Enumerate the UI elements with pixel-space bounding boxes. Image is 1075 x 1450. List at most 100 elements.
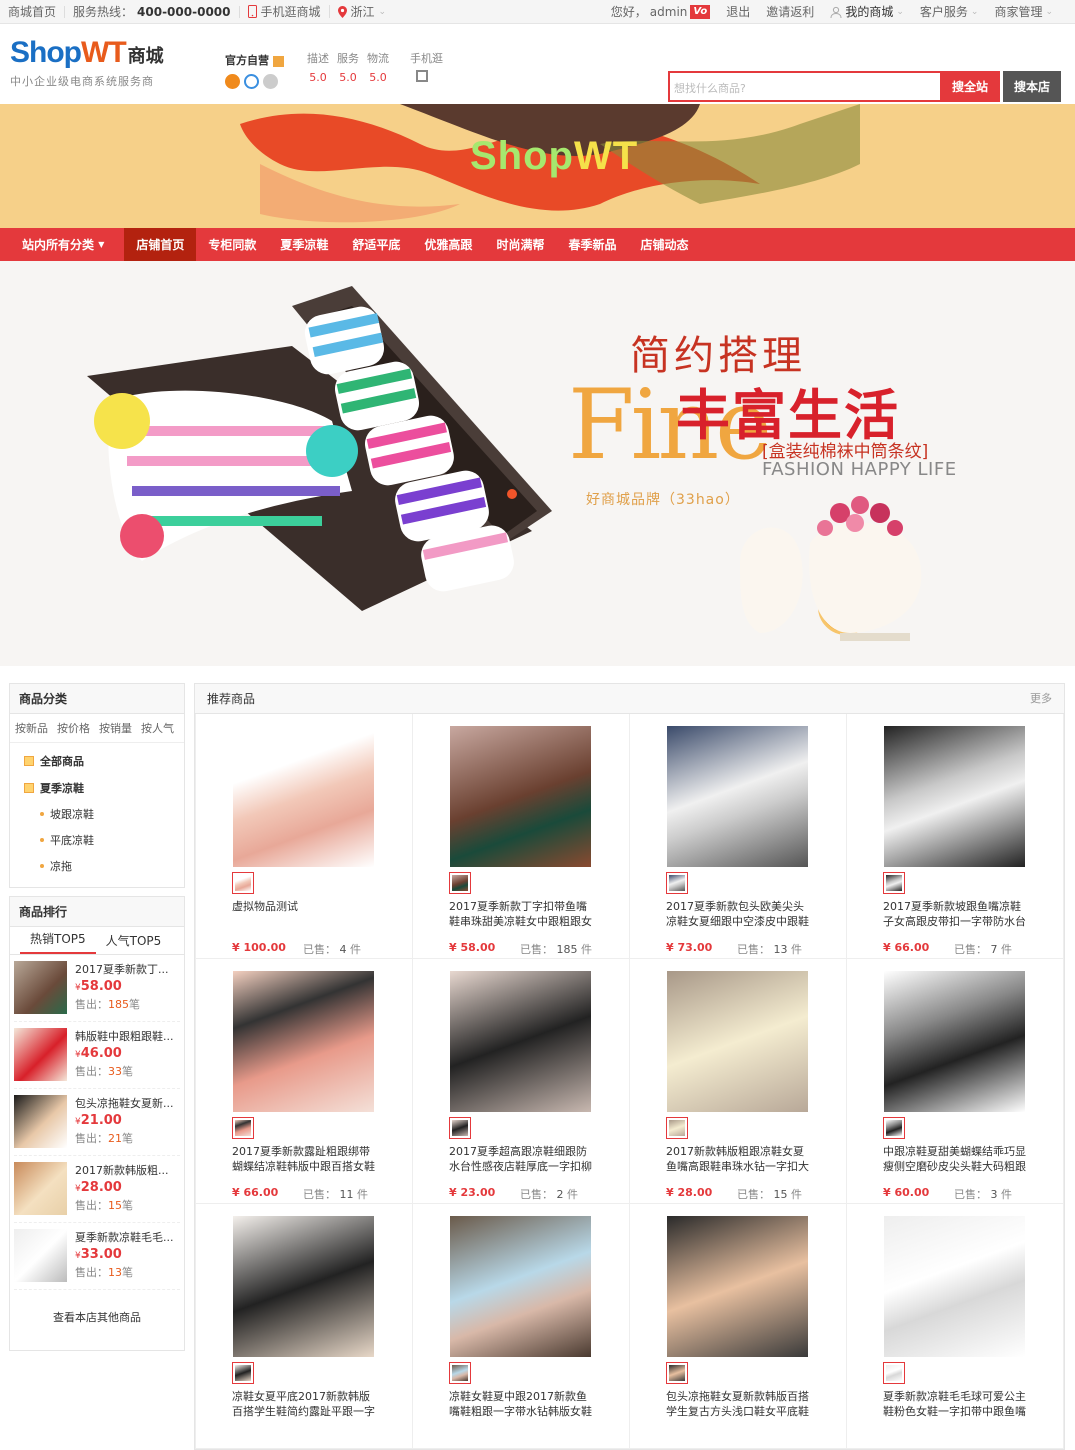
product-image[interactable]: [884, 726, 1025, 867]
product-card[interactable]: 2017新款韩版粗跟凉鞋女夏鱼嘴高跟鞋串珠水钻一字扣大 ¥ 28.00 已售： 15…: [630, 959, 847, 1204]
product-title[interactable]: 凉鞋女鞋夏中跟2017新款鱼嘴鞋粗跟一字带水钻韩版女鞋: [449, 1389, 597, 1419]
sort-sales[interactable]: 按销量: [99, 720, 132, 736]
product-title[interactable]: 2017夏季新款露趾粗跟绑带蝴蝶结凉鞋韩版中跟百搭女鞋: [232, 1144, 380, 1174]
product-card[interactable]: 夏季新款凉鞋毛毛球可爱公主鞋粉色女鞋一字扣带中跟鱼嘴: [847, 1204, 1064, 1449]
nav-heels[interactable]: 优雅高跟: [412, 228, 484, 261]
sort-price[interactable]: 按价格: [57, 720, 90, 736]
product-title[interactable]: 中跟凉鞋夏甜美蝴蝶结乖巧显瘦侧空磨砂皮尖头鞋大码粗跟: [883, 1144, 1031, 1174]
rank-item[interactable]: 夏季新款凉鞋毛毛... ¥33.00 售出：13笔: [14, 1223, 180, 1290]
product-mini-thumb[interactable]: [232, 872, 254, 894]
rank-item[interactable]: 2017夏季新款丁... ¥58.00 售出：185笔: [14, 955, 180, 1022]
search-store-button[interactable]: 搜本店: [1003, 71, 1061, 102]
mobile-qr[interactable]: 手机逛: [410, 50, 443, 82]
product-thumbnail[interactable]: [14, 1095, 67, 1148]
product-title[interactable]: 2017夏季新款坡跟鱼嘴凉鞋子女高跟皮带扣一字带防水台: [883, 899, 1031, 929]
rank-item-name[interactable]: 韩版鞋中跟粗跟鞋...: [75, 1028, 179, 1044]
merchant-menu[interactable]: 商家管理 ⌄: [986, 6, 1061, 18]
rank-item[interactable]: 包头凉拖鞋女夏新... ¥21.00 售出：21笔: [14, 1089, 180, 1156]
product-mini-thumb[interactable]: [449, 1117, 471, 1139]
product-image[interactable]: [667, 971, 808, 1112]
product-card[interactable]: 2017夏季新款包头欧美尖头凉鞋女夏细跟中空漆皮中跟鞋 ¥ 73.00 已售： 13…: [630, 714, 847, 959]
product-card[interactable]: 2017夏季超高跟凉鞋细跟防水台性感夜店鞋厚底一字扣柳 ¥ 23.00 已售： 2 …: [413, 959, 630, 1204]
invite-link[interactable]: 邀请返利: [758, 6, 822, 18]
rank-item[interactable]: 韩版鞋中跟粗跟鞋... ¥46.00 售出：33笔: [14, 1022, 180, 1089]
rank-item-name[interactable]: 2017新款韩版粗...: [75, 1162, 179, 1178]
product-thumbnail[interactable]: [14, 1028, 67, 1081]
product-mini-thumb[interactable]: [666, 1362, 688, 1384]
logout-link[interactable]: 退出: [718, 6, 758, 18]
category-item[interactable]: 全部商品: [24, 747, 174, 774]
product-title[interactable]: 2017夏季新款丁字扣带鱼嘴鞋串珠甜美凉鞋女中跟粗跟女: [449, 899, 597, 929]
product-image[interactable]: [233, 1216, 374, 1357]
product-mini-thumb[interactable]: [666, 1117, 688, 1139]
product-image[interactable]: [233, 971, 374, 1112]
product-title[interactable]: 2017新款韩版粗跟凉鞋女夏鱼嘴高跟鞋串珠水钻一字扣大: [666, 1144, 814, 1174]
username-link[interactable]: admin: [650, 6, 688, 18]
product-card[interactable]: 包头凉拖鞋女夏新款韩版百搭学生复古方头浅口鞋女平底鞋: [630, 1204, 847, 1449]
wangwang-icon[interactable]: [225, 74, 240, 89]
product-image[interactable]: [884, 971, 1025, 1112]
more-link[interactable]: 更多: [1030, 684, 1064, 713]
search-all-button[interactable]: 搜全站: [940, 71, 1000, 102]
product-mini-thumb[interactable]: [232, 1362, 254, 1384]
product-card[interactable]: 中跟凉鞋夏甜美蝴蝶结乖巧显瘦侧空磨砂皮尖头鞋大码粗跟 ¥ 60.00 已售： 3 件: [847, 959, 1064, 1204]
product-card[interactable]: 2017夏季新款露趾粗跟绑带蝴蝶结凉鞋韩版中跟百搭女鞋 ¥ 66.00 已售： 11…: [196, 959, 413, 1204]
product-mini-thumb[interactable]: [883, 1117, 905, 1139]
nav-fashion[interactable]: 时尚满帮: [484, 228, 556, 261]
location-selector[interactable]: 浙江 ⌄: [330, 5, 395, 18]
product-image[interactable]: [667, 726, 808, 867]
subcategory-item[interactable]: 平底凉鞋: [24, 827, 174, 853]
sort-popularity[interactable]: 按人气: [141, 720, 174, 736]
nav-spring-new[interactable]: 春季新品: [556, 228, 628, 261]
my-mall-menu[interactable]: 我的商城 ⌄: [822, 6, 912, 18]
mobile-link[interactable]: 手机逛商城: [240, 5, 330, 18]
slider-dot-active[interactable]: [507, 489, 517, 499]
product-card[interactable]: 凉鞋女鞋夏中跟2017新款鱼嘴鞋粗跟一字带水钻韩版女鞋: [413, 1204, 630, 1449]
product-card[interactable]: 虚拟物品测试 ¥ 100.00 已售： 4 件: [196, 714, 413, 959]
rank-item-name[interactable]: 包头凉拖鞋女夏新...: [75, 1095, 179, 1111]
rank-item-name[interactable]: 2017夏季新款丁...: [75, 961, 179, 977]
product-card[interactable]: 2017夏季新款坡跟鱼嘴凉鞋子女高跟皮带扣一字带防水台 ¥ 66.00 已售： 7 …: [847, 714, 1064, 959]
site-logo[interactable]: ShopWT 商城 中小企业级电商系统服务商: [10, 38, 164, 89]
tab-popular-top5[interactable]: 人气TOP5: [96, 932, 172, 954]
product-thumbnail[interactable]: [14, 961, 67, 1014]
product-image[interactable]: [450, 726, 591, 867]
product-mini-thumb[interactable]: [449, 872, 471, 894]
view-more-products-link[interactable]: 查看本店其他商品: [10, 1290, 184, 1350]
store-name[interactable]: 官方自营: [225, 54, 269, 67]
rank-item[interactable]: 2017新款韩版粗... ¥28.00 售出：15笔: [14, 1156, 180, 1223]
sort-new[interactable]: 按新品: [15, 720, 48, 736]
product-image[interactable]: [450, 971, 591, 1112]
chat-icon[interactable]: [263, 74, 278, 89]
nav-flats[interactable]: 舒适平底: [340, 228, 412, 261]
nav-counter-same[interactable]: 专柜同款: [196, 228, 268, 261]
rank-item-name[interactable]: 夏季新款凉鞋毛毛...: [75, 1229, 179, 1245]
product-title[interactable]: 2017夏季新款包头欧美尖头凉鞋女夏细跟中空漆皮中跟鞋: [666, 899, 814, 929]
subcategory-item[interactable]: 凉拖: [24, 853, 174, 879]
product-image[interactable]: [884, 1216, 1025, 1357]
product-card[interactable]: 2017夏季新款丁字扣带鱼嘴鞋串珠甜美凉鞋女中跟粗跟女 ¥ 58.00 已售： 18…: [413, 714, 630, 959]
nav-store-home[interactable]: 店铺首页: [124, 228, 197, 261]
product-title[interactable]: 夏季新款凉鞋毛毛球可爱公主鞋粉色女鞋一字扣带中跟鱼嘴: [883, 1389, 1031, 1419]
service-menu[interactable]: 客户服务 ⌄: [912, 6, 987, 18]
product-title[interactable]: 虚拟物品测试: [232, 899, 380, 929]
product-image[interactable]: [233, 726, 374, 867]
product-title[interactable]: 凉鞋女夏平底2017新款韩版百搭学生鞋简约露趾平跟一字: [232, 1389, 380, 1419]
search-input[interactable]: 想找什么商品?: [668, 71, 940, 102]
product-thumbnail[interactable]: [14, 1162, 67, 1215]
product-mini-thumb[interactable]: [449, 1362, 471, 1384]
nav-summer-sandals[interactable]: 夏季凉鞋: [268, 228, 340, 261]
product-mini-thumb[interactable]: [666, 872, 688, 894]
product-card[interactable]: 凉鞋女夏平底2017新款韩版百搭学生鞋简约露趾平跟一字: [196, 1204, 413, 1449]
product-thumbnail[interactable]: [14, 1229, 67, 1282]
hero-slider[interactable]: 全棉袜 简约搭理 Fine 丰富生活 [盒装纯棉袜中筒条纹] FASHION H…: [0, 261, 1075, 666]
product-title[interactable]: 2017夏季超高跟凉鞋细跟防水台性感夜店鞋厚底一字扣柳: [449, 1144, 597, 1174]
product-title[interactable]: 包头凉拖鞋女夏新款韩版百搭学生复古方头浅口鞋女平底鞋: [666, 1389, 814, 1419]
product-mini-thumb[interactable]: [232, 1117, 254, 1139]
qq-icon[interactable]: [244, 74, 259, 89]
nav-all-categories[interactable]: 站内所有分类 ▼: [10, 228, 124, 261]
product-image[interactable]: [450, 1216, 591, 1357]
category-item[interactable]: 夏季凉鞋: [24, 774, 174, 801]
tab-hot-top5[interactable]: 热销TOP5: [20, 930, 96, 954]
product-mini-thumb[interactable]: [883, 1362, 905, 1384]
